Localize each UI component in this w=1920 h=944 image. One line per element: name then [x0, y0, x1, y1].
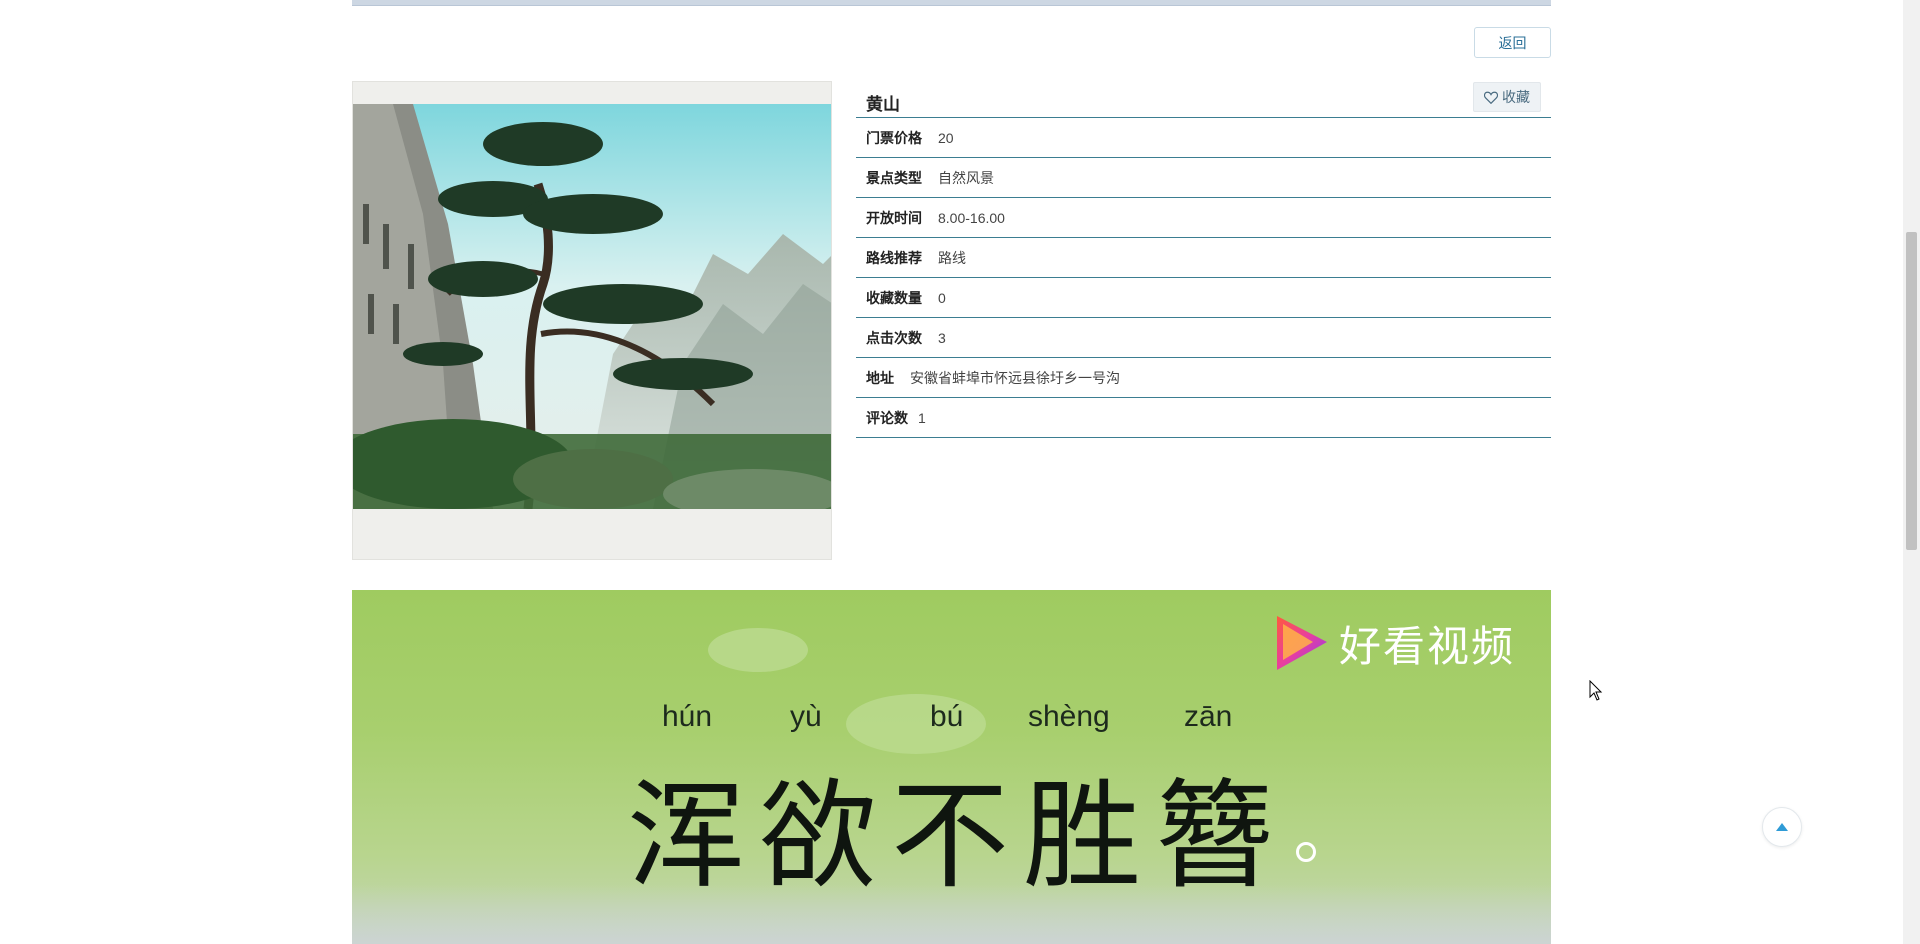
field-label: 收藏数量 — [866, 289, 922, 306]
field-label: 景点类型 — [866, 169, 922, 186]
field-value: 自然风景 — [938, 169, 994, 186]
pinyin-syllable: yù — [790, 700, 822, 733]
info-row-spot-type: 景点类型 自然风景 — [856, 158, 1551, 198]
cloud-decoration — [708, 628, 808, 672]
spot-detail-panel: 黄山 收藏 门票价格 20 景点类型 自然风景 开放时间 8.00-16.00 … — [856, 82, 1551, 438]
field-label: 评论数 — [866, 409, 908, 426]
field-value: 20 — [938, 129, 954, 146]
video-player[interactable]: 好看视频 hún yù bú shèng zān 浑欲不胜簪 — [352, 590, 1551, 944]
spot-name: 黄山 — [866, 95, 900, 114]
mouse-cursor-icon — [1589, 680, 1603, 701]
pinyin-syllable: shèng — [1028, 700, 1110, 733]
info-row-ticket-price: 门票价格 20 — [856, 118, 1551, 158]
field-label: 地址 — [866, 369, 894, 386]
heart-outline-icon — [1484, 91, 1498, 104]
field-value: 1 — [918, 409, 926, 426]
field-label: 点击次数 — [866, 329, 922, 346]
field-value: 安徽省蚌埠市怀远县徐圩乡一号沟 — [910, 369, 1120, 386]
info-row-open-hours: 开放时间 8.00-16.00 — [856, 198, 1551, 238]
loading-spinner-icon — [1296, 842, 1316, 862]
info-row-click-count: 点击次数 3 — [856, 318, 1551, 358]
back-to-top-button[interactable] — [1762, 807, 1802, 847]
pinyin-syllable: bú — [930, 700, 964, 733]
video-brand: 好看视频 — [1273, 612, 1515, 674]
play-triangle-logo — [1276, 616, 1327, 670]
pinyin-syllable: hún — [662, 700, 713, 733]
favorite-button[interactable]: 收藏 — [1473, 82, 1541, 112]
page-scrollbar[interactable] — [1903, 0, 1920, 944]
pinyin-syllable: zān — [1184, 700, 1233, 733]
top-divider — [352, 0, 1551, 6]
caret-up-icon — [1776, 823, 1788, 831]
scrollbar-thumb[interactable] — [1906, 232, 1917, 550]
mist-overlay — [352, 884, 1551, 944]
back-button[interactable]: 返回 — [1474, 27, 1551, 58]
favorite-label: 收藏 — [1502, 89, 1530, 105]
field-label: 路线推荐 — [866, 249, 922, 266]
field-value: 8.00-16.00 — [938, 209, 1005, 226]
info-row-address: 地址 安徽省蚌埠市怀远县徐圩乡一号沟 — [856, 358, 1551, 398]
brand-text: 好看视频 — [1338, 622, 1515, 670]
field-label: 开放时间 — [866, 209, 922, 226]
info-row-favorite-count: 收藏数量 0 — [856, 278, 1551, 318]
field-value: 0 — [938, 289, 946, 306]
spot-photo — [352, 81, 832, 560]
detail-title-row: 黄山 收藏 — [856, 82, 1551, 118]
info-row-route: 路线推荐 路线 — [856, 238, 1551, 278]
info-row-comment-count: 评论数 1 — [856, 398, 1551, 438]
field-label: 门票价格 — [866, 129, 922, 146]
huangshan-pine-image — [353, 104, 831, 509]
field-value: 3 — [938, 329, 946, 346]
field-value: 路线 — [938, 249, 966, 266]
